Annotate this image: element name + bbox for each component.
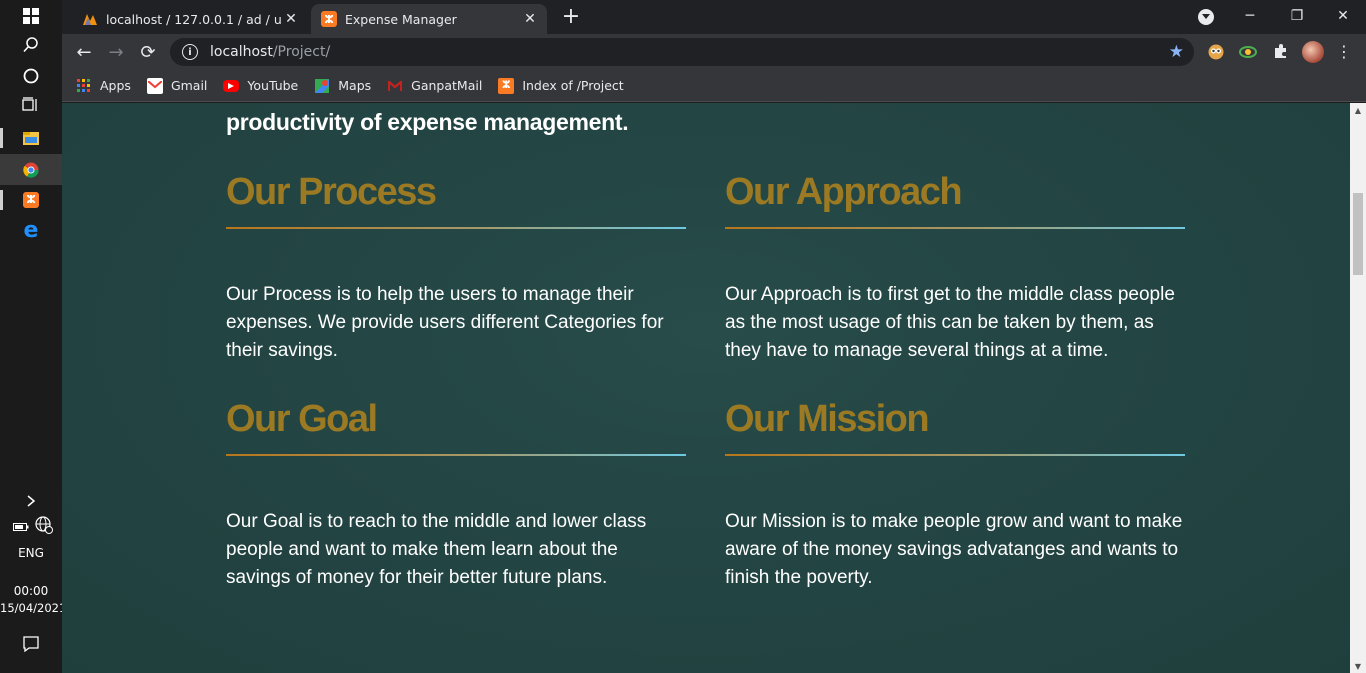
bookmark-maps[interactable]: Maps (314, 78, 371, 94)
cortana-icon[interactable] (0, 60, 62, 91)
clock-time[interactable]: 00:00 (0, 584, 62, 598)
show-hidden-icons-chevron-icon[interactable] (0, 485, 62, 516)
address-bar[interactable]: i localhost/Project/ ★ (170, 38, 1194, 66)
restore-window-button[interactable]: ❐ (1274, 0, 1320, 32)
section-our-mission: Our Mission Our Mission is to make peopl… (725, 392, 1185, 592)
bookmark-gmail[interactable]: Gmail (146, 77, 208, 94)
edge-icon[interactable]: e (0, 215, 62, 246)
section-divider (725, 227, 1185, 229)
section-body: Our Process is to help the users to mana… (226, 284, 664, 361)
gmail-icon (387, 78, 403, 94)
extension-translate-icon[interactable] (1208, 44, 1224, 64)
url-text[interactable]: localhost/Project/ (210, 44, 330, 60)
battery-icon[interactable] (13, 518, 29, 537)
bookmark-apps[interactable]: Apps (76, 78, 131, 94)
tab-title: localhost / 127.0.0.1 / ad / user_l (106, 11, 282, 27)
section-our-process: Our Process Our Process is to help the u… (226, 165, 686, 365)
section-body: Our Goal is to reach to the middle and l… (226, 511, 647, 588)
section-heading: Our Approach (725, 171, 963, 213)
task-view-icon[interactable] (0, 89, 62, 120)
profile-avatar[interactable] (1302, 41, 1324, 63)
browser-menu-icon[interactable]: ⋮ (1336, 41, 1352, 63)
bookmark-label: Apps (100, 78, 131, 93)
url-host: localhost (210, 44, 273, 60)
extensions-puzzle-icon[interactable] (1273, 43, 1289, 63)
scroll-down-arrow-icon[interactable]: ▼ (1350, 659, 1366, 673)
maps-icon (314, 78, 330, 94)
network-globe-icon[interactable] (35, 516, 53, 538)
intro-text: productivity of expense management. (226, 109, 629, 135)
page-scrollbar[interactable]: ▲ ▼ (1350, 103, 1366, 673)
tab-search-icon[interactable] (1198, 9, 1214, 25)
scroll-up-arrow-icon[interactable]: ▲ (1350, 103, 1366, 117)
bookmark-ganpatmail[interactable]: GanpatMail (387, 78, 482, 94)
xampp-taskbar-icon[interactable]: ⵣ (0, 184, 62, 215)
action-center-icon[interactable] (0, 628, 62, 659)
chrome-taskbar-icon[interactable] (0, 154, 62, 185)
reload-icon[interactable]: ⟳ (134, 38, 162, 66)
clock-date[interactable]: 15/04/2021 (0, 601, 66, 615)
section-heading: Our Goal (226, 398, 378, 440)
youtube-icon (223, 79, 240, 92)
bookmark-label: GanpatMail (411, 78, 483, 93)
bookmark-youtube[interactable]: YouTube (223, 78, 298, 93)
bookmark-label: YouTube (247, 78, 299, 93)
file-explorer-icon[interactable] (0, 122, 62, 153)
url-path: /Project/ (272, 44, 331, 60)
new-tab-button[interactable]: + (557, 6, 585, 28)
section-divider (226, 454, 686, 456)
windows-taskbar: ⵣ e ENG 00:00 15/04/2021 (0, 0, 66, 673)
bookmark-index-of-project[interactable]: ⵣ Index of /Project (498, 77, 624, 94)
search-icon[interactable] (0, 29, 62, 60)
bookmarks-bar: Apps Gmail YouTube Maps GanpatMail ⵣ Ind… (62, 70, 1366, 102)
bookmark-label: Gmail (170, 78, 208, 93)
site-info-icon[interactable]: i (182, 44, 198, 60)
close-window-button[interactable]: ✕ (1320, 0, 1366, 32)
scrollbar-thumb[interactable] (1353, 193, 1363, 275)
section-body: Our Approach is to first get to the midd… (725, 284, 1175, 361)
section-divider (725, 454, 1185, 456)
windows-start-icon[interactable] (0, 0, 62, 31)
section-our-goal: Our Goal Our Goal is to reach to the mid… (226, 392, 686, 592)
close-tab-icon[interactable]: ✕ (282, 10, 300, 28)
extension-sync-icon[interactable] (1239, 44, 1257, 64)
phpmyadmin-icon (82, 11, 98, 27)
bookmark-label: Index of /Project (522, 78, 624, 93)
page-viewport: productivity of expense management. Our … (62, 103, 1350, 673)
gmail-icon (146, 77, 163, 94)
bookmark-star-icon[interactable]: ★ (1169, 42, 1184, 62)
xampp-icon: ⵣ (321, 11, 337, 27)
close-tab-icon[interactable]: ✕ (521, 10, 539, 28)
section-our-approach: Our Approach Our Approach is to first ge… (725, 165, 1185, 365)
section-heading: Our Process (226, 171, 437, 213)
tab-phpmyadmin[interactable]: localhost / 127.0.0.1 / ad / user_l ✕ (72, 4, 308, 34)
forward-arrow-icon[interactable]: → (102, 38, 130, 66)
section-divider (226, 227, 686, 229)
bookmark-label: Maps (338, 78, 372, 93)
xampp-icon: ⵣ (498, 77, 515, 94)
tab-title: Expense Manager (345, 11, 457, 27)
tab-expense-manager[interactable]: ⵣ Expense Manager ✕ (311, 4, 547, 34)
section-body: Our Mission is to make people grow and w… (725, 511, 1183, 588)
back-arrow-icon[interactable]: ← (70, 38, 98, 66)
section-heading: Our Mission (725, 398, 930, 440)
browser-tab-strip: localhost / 127.0.0.1 / ad / user_l ✕ ⵣ … (62, 0, 1366, 34)
minimize-window-button[interactable]: ─ (1227, 0, 1273, 32)
browser-toolbar: ← → ⟳ i localhost/Project/ ★ ⋮ (62, 34, 1366, 70)
apps-grid-icon (76, 78, 92, 94)
language-indicator[interactable]: ENG (0, 546, 62, 560)
